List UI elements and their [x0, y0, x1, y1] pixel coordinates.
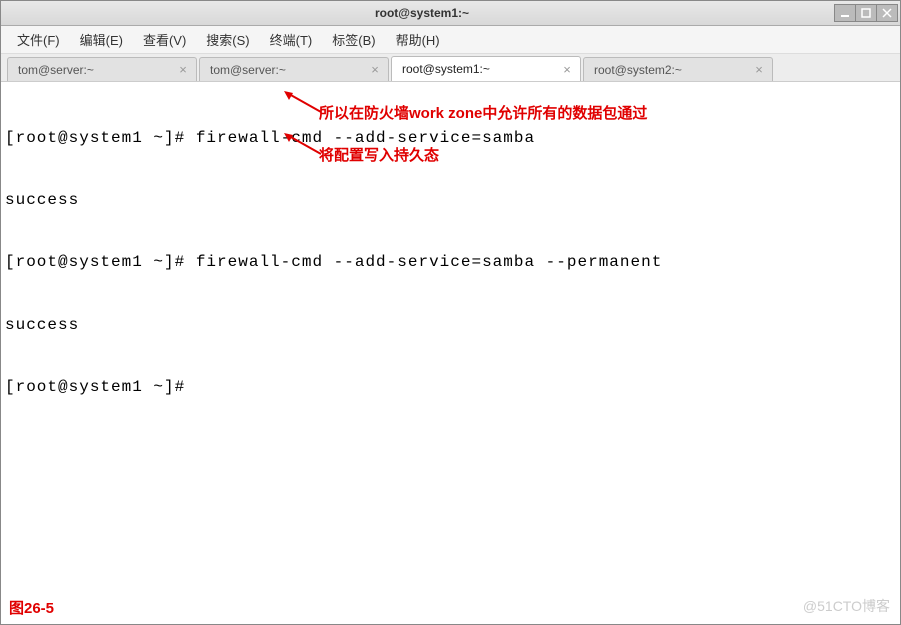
- tab-label: root@system1:~: [402, 62, 554, 76]
- menu-view[interactable]: 查看(V): [135, 28, 194, 51]
- maximize-button[interactable]: [855, 4, 877, 22]
- close-button[interactable]: [876, 4, 898, 22]
- menu-edit[interactable]: 编辑(E): [72, 28, 131, 51]
- tab-label: tom@server:~: [210, 63, 362, 77]
- tab-tom-server-2[interactable]: tom@server:~ ×: [199, 57, 389, 81]
- menubar: 文件(F) 编辑(E) 查看(V) 搜索(S) 终端(T) 标签(B) 帮助(H…: [1, 26, 900, 54]
- menu-terminal[interactable]: 终端(T): [262, 28, 321, 51]
- minimize-button[interactable]: [834, 4, 856, 22]
- tab-root-system1[interactable]: root@system1:~ ×: [391, 56, 581, 81]
- tab-root-system2[interactable]: root@system2:~ ×: [583, 57, 773, 81]
- menu-search[interactable]: 搜索(S): [198, 28, 257, 51]
- terminal-line: success: [5, 315, 896, 336]
- tab-tom-server-1[interactable]: tom@server:~ ×: [7, 57, 197, 81]
- close-icon[interactable]: ×: [176, 63, 190, 77]
- tabbar: tom@server:~ × tom@server:~ × root@syste…: [1, 54, 900, 82]
- terminal-line: [root@system1 ~]#: [5, 377, 896, 398]
- titlebar: root@system1:~: [1, 1, 900, 26]
- close-icon[interactable]: ×: [560, 62, 574, 76]
- menu-tabs[interactable]: 标签(B): [324, 28, 383, 51]
- tab-label: root@system2:~: [594, 63, 746, 77]
- terminal-line: success: [5, 190, 896, 211]
- terminal-line: [root@system1 ~]# firewall-cmd --add-ser…: [5, 128, 896, 149]
- menu-file[interactable]: 文件(F): [9, 28, 68, 51]
- close-icon[interactable]: ×: [368, 63, 382, 77]
- annotation-text-2: 将配置写入持久态: [319, 146, 439, 166]
- annotation-text-1: 所以在防火墙work zone中允许所有的数据包通过: [319, 104, 647, 124]
- close-icon[interactable]: ×: [752, 63, 766, 77]
- figure-label: 图26-5: [9, 597, 54, 618]
- terminal-line: [root@system1 ~]# firewall-cmd --add-ser…: [5, 252, 896, 273]
- window-title: root@system1:~: [9, 6, 835, 20]
- terminal-area[interactable]: [root@system1 ~]# firewall-cmd --add-ser…: [1, 82, 900, 624]
- window-controls: [835, 4, 898, 22]
- tab-label: tom@server:~: [18, 63, 170, 77]
- watermark: @51CTO博客: [803, 596, 890, 616]
- menu-help[interactable]: 帮助(H): [388, 28, 448, 51]
